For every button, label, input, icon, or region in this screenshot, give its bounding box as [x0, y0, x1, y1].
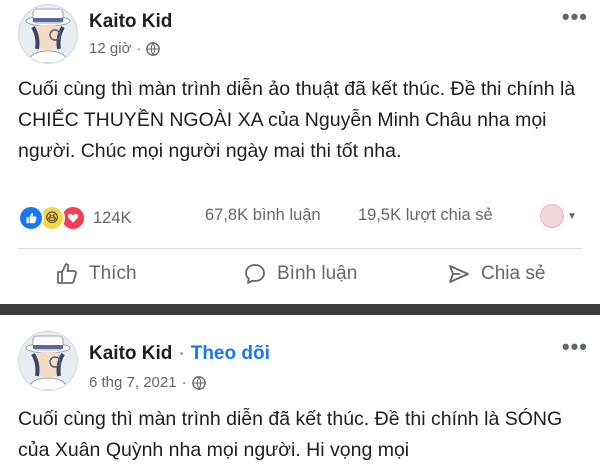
like-button[interactable]: Thích [55, 262, 137, 286]
post-meta: 6 thg 7, 2021 · [89, 374, 206, 391]
share-label: Chia sẻ [481, 263, 546, 284]
shares-count[interactable]: 19,5K lượt chia sẻ [358, 206, 493, 225]
author-name[interactable]: Kaito Kid [89, 343, 172, 365]
feed-separator [0, 304, 600, 315]
author-row: Kaito Kid · Theo dõi [89, 343, 270, 365]
more-options-icon[interactable]: ••• [562, 4, 588, 30]
actions-divider [18, 248, 582, 249]
globe-icon [191, 375, 206, 390]
viewer-avatar [540, 204, 564, 228]
meta-separator: · [181, 374, 187, 391]
like-reaction-icon [18, 205, 44, 231]
post-card: Kaito Kid 12 giờ · ••• Cuối cùng thì màn… [0, 0, 600, 304]
meta-separator: · [136, 40, 142, 57]
share-icon [449, 265, 469, 283]
comment-icon [245, 264, 265, 284]
post-time[interactable]: 12 giờ [89, 40, 131, 57]
author-avatar[interactable] [18, 4, 78, 64]
audience-selector[interactable]: ▼ [540, 204, 577, 228]
post-text: Cuối cùng thì màn trình diễn đã kết thúc… [18, 408, 563, 461]
more-options-icon[interactable]: ••• [562, 334, 588, 360]
comment-button[interactable]: Bình luận [243, 262, 357, 286]
reactions-summary[interactable]: 😆 124K [18, 205, 132, 231]
chevron-down-icon: ▼ [567, 210, 577, 222]
follow-button[interactable]: Theo dõi [191, 343, 270, 365]
author-avatar[interactable] [18, 331, 78, 391]
author-separator: · [178, 343, 185, 364]
post-meta: 12 giờ · [89, 40, 161, 57]
reactions-count: 124K [93, 208, 132, 227]
post-time[interactable]: 6 thg 7, 2021 [89, 374, 177, 391]
comment-label: Bình luận [277, 263, 358, 284]
globe-icon [146, 41, 161, 56]
author-name[interactable]: Kaito Kid [89, 11, 172, 33]
like-label: Thích [89, 263, 137, 284]
post-text: Cuối cùng thì màn trình diễn ảo thuật đã… [18, 78, 576, 162]
comments-count[interactable]: 67,8K bình luận [205, 206, 321, 225]
share-button[interactable]: Chia sẻ [447, 262, 545, 286]
thumbs-up-icon [57, 263, 77, 284]
